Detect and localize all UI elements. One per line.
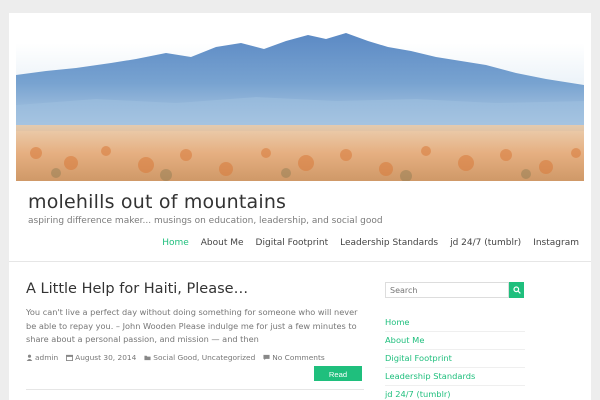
- search-icon: [512, 286, 521, 294]
- nav-item-tumblr[interactable]: jd 24/7 (tumblr): [444, 237, 527, 249]
- sidebar-link-digital-footprint[interactable]: Digital Footprint: [385, 350, 525, 368]
- sidebar-pages-list: Home About Me Digital Footprint Leadersh…: [385, 314, 525, 400]
- nav-item-home[interactable]: Home: [156, 237, 195, 249]
- post-divider: [26, 389, 364, 390]
- comment-icon: [263, 354, 270, 361]
- search-button[interactable]: [509, 282, 524, 298]
- search-input[interactable]: [385, 282, 509, 298]
- post-categories-text: Social Good, Uncategorized: [153, 353, 256, 362]
- post-meta: admin August 30, 2014 Social Good, Uncat…: [26, 353, 364, 362]
- sidebar-link-leadership-standards[interactable]: Leadership Standards: [385, 368, 525, 386]
- sidebar-search: [385, 282, 525, 298]
- watercolor-mountains-art: [16, 33, 584, 181]
- post-date-text: August 30, 2014: [75, 353, 137, 362]
- folder-icon: [144, 355, 151, 361]
- header-divider: [9, 261, 591, 262]
- nav-item-leadership-standards[interactable]: Leadership Standards: [334, 237, 444, 249]
- post-author-name: admin: [35, 353, 59, 362]
- sidebar-link-about-me[interactable]: About Me: [385, 332, 525, 350]
- header-banner-image: [16, 13, 584, 181]
- read-more-button[interactable]: Read more: [314, 366, 362, 394]
- sidebar-link-tumblr[interactable]: jd 24/7 (tumblr): [385, 386, 525, 400]
- post-author[interactable]: admin: [26, 353, 58, 362]
- post-date[interactable]: August 30, 2014: [66, 353, 136, 362]
- post-excerpt: You can't live a perfect day without doi…: [26, 307, 358, 344]
- nav-item-instagram[interactable]: Instagram: [527, 237, 585, 249]
- sidebar-link-home[interactable]: Home: [385, 314, 525, 332]
- post-comments-text: No Comments: [272, 353, 325, 362]
- post-title[interactable]: A Little Help for Haiti, Please…: [26, 281, 248, 297]
- nav-item-digital-footprint[interactable]: Digital Footprint: [250, 237, 335, 249]
- nav-item-about-me[interactable]: About Me: [195, 237, 250, 249]
- site-title[interactable]: molehills out of mountains: [28, 191, 286, 213]
- user-icon: [26, 354, 33, 361]
- site-tagline: aspiring difference maker... musings on …: [28, 216, 383, 226]
- main-navigation: Home About Me Digital Footprint Leadersh…: [156, 237, 585, 249]
- post-categories[interactable]: Social Good, Uncategorized: [144, 353, 255, 362]
- page-container: molehills out of mountains aspiring diff…: [9, 13, 591, 400]
- post-comments[interactable]: No Comments: [263, 353, 325, 362]
- calendar-icon: [66, 354, 74, 361]
